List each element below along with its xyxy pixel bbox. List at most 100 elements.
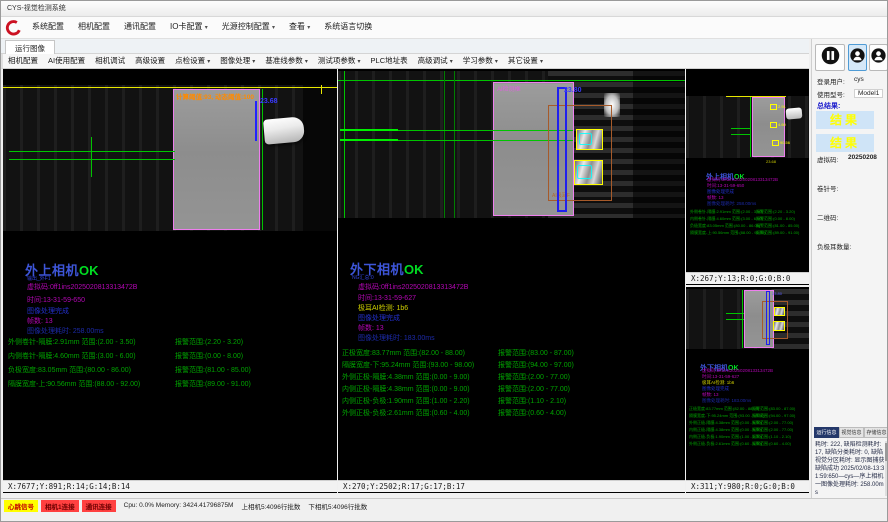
alarm-range: 报警范围:(1.10 - 2.10) [498, 396, 566, 406]
model-value[interactable]: Model1 [854, 89, 883, 98]
tool-test-params[interactable]: 测试项参数 ▾ [313, 53, 366, 70]
baseline-green [9, 151, 175, 152]
tool-advanced-settings[interactable]: 高级设置 [130, 53, 170, 70]
alarm-range: 报警范围:(81.00 - 85.00) [175, 365, 251, 375]
user-manage-button[interactable] [869, 44, 888, 71]
login-user-label: 登录用户: [817, 76, 845, 86]
result-badge-upper: 结果 [816, 111, 874, 129]
alarm-range: 报警范围:(83.00 - 87.00) [752, 406, 795, 412]
alarm-range: 报警范围:(89.00 - 91.00) [756, 230, 799, 236]
gauge-rect-blue [557, 87, 567, 212]
photo-decor [3, 85, 337, 231]
tab-contour-mark [579, 133, 592, 145]
tool-spot-check[interactable]: 点检设置 ▾ [170, 53, 215, 70]
tool-camera-config[interactable]: 相机配置 [3, 53, 43, 70]
tool-plc-table[interactable]: PLC地址表 [366, 53, 413, 70]
photo-decor [633, 71, 685, 218]
connector-part [263, 116, 305, 144]
menu-item-language[interactable]: 系统语言切换 [317, 16, 379, 39]
measurement-row: 内侧正极-隔膜:4.38mm 范围:(0.00 - 9.00) [689, 427, 762, 433]
measurement-row: 外侧正极-隔膜:4.38mm 范围:(0.00 - 9.00) [342, 372, 470, 382]
login-user-value: cys [854, 76, 864, 83]
reference-tick-yellow [321, 85, 322, 94]
menu-item-light-config[interactable]: 光源控制配置 ▾ [215, 16, 282, 39]
measurement-row: 负极宽度:83.05mm 范围:(80.00 - 86.00) [8, 365, 131, 375]
mini-photo-upper: 2.91 4.60 90.56 [686, 96, 809, 158]
info-tab-vision[interactable]: 视觉信息 [839, 427, 864, 438]
tool-ai-config[interactable]: AI使用配置 [43, 53, 90, 70]
measurement-row: 隔膜宽度-下:95.24mm 范围:(93.00 - 98.00) [342, 360, 474, 370]
tool-other-settings[interactable]: 其它设置 ▾ [503, 53, 548, 70]
process-done-line: 图像处理完成 [358, 313, 400, 323]
info-tab-storage[interactable]: 存储信息 [864, 427, 888, 438]
mini-view-upper[interactable]: 2.91 4.60 90.56 23.68 外上相机OK 虚拟码:0ff1ins… [686, 69, 809, 285]
virtual-code-label: 虚拟码: [817, 154, 838, 164]
alarm-range: 报警范围:(2.20 - 3.20) [756, 209, 795, 215]
tool-advanced-debug[interactable]: 高级调试 ▾ [413, 53, 458, 70]
alarm-range: 报警范围:(0.60 - 4.00) [752, 441, 791, 447]
edge-line-green [262, 89, 263, 230]
alarm-range: 报警范围:(2.20 - 3.20) [175, 337, 243, 347]
alarm-range: 报警范围:(81.00 - 85.00) [756, 223, 799, 229]
tool-baseline-params[interactable]: 基准线参数 ▾ [260, 53, 313, 70]
alarm-range: 报警范围:(2.00 - 77.00) [752, 427, 793, 433]
menu-item-system-config[interactable]: 系统配置 [25, 16, 71, 39]
measurement-row: 内侧卷针-隔膜:4.60mm 范围:(3.00 - 6.00) [690, 216, 763, 222]
measurement-row: 内侧正极-负极:1.90mm 范围:(1.00 - 2.20) [342, 396, 470, 406]
menu-item-camera-config[interactable]: 相机配置 [71, 16, 117, 39]
total-result-label: 总结果: [817, 101, 840, 111]
measurement-row: 外侧正极-负极:2.61mm 范围:(0.60 - 4.00) [689, 441, 762, 447]
baseline-green [338, 80, 685, 81]
right-sidebar: 登录用户: cys 使用型号: Model1 总结果: 结果 结果 虚拟码: 2… [811, 39, 888, 498]
connector-part [786, 107, 803, 119]
camera-connect-badge: 相机1连接 [41, 500, 79, 512]
gauge-value: 23.80 [772, 291, 782, 296]
camera-view-lower[interactable]: AI检测框 AI极耳F 23.80 外下相机OK NG汇总:0 虚拟码:0ff1… [338, 69, 685, 493]
camera-photo-lower: AI检测框 AI极耳F 23.80 [338, 71, 685, 218]
alarm-range: 报警范围:(1.10 - 2.10) [752, 434, 791, 440]
baseline-green [340, 129, 398, 131]
qr-code-label: 二维码: [817, 212, 838, 222]
alarm-range: 报警范围:(0.60 - 4.00) [498, 408, 566, 418]
virtual-code-line: 虚拟码:0ff1ins2025020813313472B [27, 282, 137, 292]
tool-camera-debug[interactable]: 相机调试 [90, 53, 130, 70]
upper-camera-buffer-status: 上相机5:4096行批数 [241, 501, 300, 511]
pin-number-label: 卷针号: [817, 183, 838, 193]
title-bar[interactable]: CYS-视觉检测系统 [1, 1, 888, 17]
tab-contour-mark [577, 165, 592, 179]
measure-callout-box [772, 140, 779, 146]
tool-image-processing[interactable]: 图像处理 ▾ [215, 53, 260, 70]
status-bar: 心跳信号 相机1连接 通讯连接 Cpu: 0.0% Memory: 3424.4… [1, 498, 888, 512]
alarm-range: 报警范围:(2.00 - 77.00) [752, 420, 793, 426]
measurement-row: 内侧卷针-隔膜:4.60mm 范围:(3.00 - 6.00) [8, 351, 136, 361]
baseline-green [340, 139, 398, 141]
menu-item-view[interactable]: 查看 ▾ [282, 16, 317, 39]
mini-view-lower[interactable]: 23.80 外下相机OK 虚拟码:0ff1ins2025020813313472… [686, 287, 809, 493]
elapsed-line: 图像处理耗时: 183.00ms [702, 398, 751, 404]
measurement-row: 外侧正极-负极:2.61mm 范围:(0.60 - 4.00) [342, 408, 470, 418]
edge-line-green [750, 97, 751, 157]
menu-item-comm-config[interactable]: 通讯配置 [117, 16, 163, 39]
camera-sub-label: 输出_外F1 [27, 275, 51, 282]
pause-button[interactable] [815, 44, 845, 71]
user-login-button[interactable] [848, 44, 867, 71]
menu-item-io-config[interactable]: IO卡配置 ▾ [163, 16, 215, 39]
measurement-row: 外侧卷针-隔膜:2.91mm 范围:(2.00 - 3.50) [690, 209, 763, 215]
alarm-range: 报警范围:(2.00 - 77.00) [498, 372, 570, 382]
measure-callout-box [770, 122, 777, 128]
info-tab-run[interactable]: 运行信息 [814, 427, 839, 438]
baseline-green [731, 134, 751, 135]
camera-view-upper[interactable]: 计算阈值:93, 动态阈值:100 23.68 外上相机OK 输出_外F1 虚拟… [3, 69, 337, 493]
measure-callout-label: 90.56 [780, 140, 790, 145]
user-icon [850, 48, 865, 68]
menu-bar: 系统配置 相机配置 通讯配置 IO卡配置 ▾ 光源控制配置 ▾ 查看 ▾ 系统语… [1, 17, 888, 39]
pixel-coordinate-bar: X:267;Y:13;R:0;G:0;B:0 [686, 272, 809, 284]
elapsed-line: 图像处理耗时: 183.00ms [358, 333, 435, 343]
reference-line-yellow [3, 87, 337, 88]
virtual-code-value: 20250208 [848, 154, 877, 161]
user-icon [871, 48, 886, 68]
run-log-text: 耗时: 222, 缺陷检测耗时: 17, 缺陷分类耗时: 0, 缺陷视觉分区耗时… [815, 441, 885, 497]
tool-learning-params[interactable]: 学习参数 ▾ [458, 53, 503, 70]
measurement-row: 外侧正极-隔膜:4.38mm 范围:(0.00 - 9.00) [689, 420, 762, 426]
measure-callout-label: 2.91 [778, 104, 786, 109]
